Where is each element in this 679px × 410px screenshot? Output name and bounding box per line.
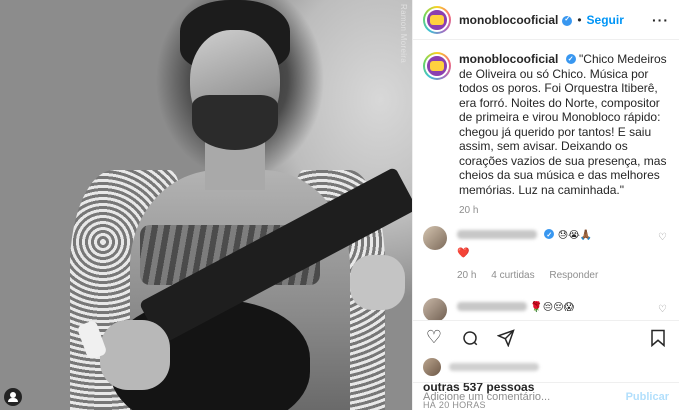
comment-likes[interactable]: 4 curtidas [491, 270, 534, 281]
monobloco-logo-icon [430, 61, 444, 71]
comments-section: monoblocooficial "Chico Medeiros de Oliv… [413, 40, 679, 320]
comment-emojis: 🌹😔😔😱 [530, 302, 575, 313]
commenter-avatar[interactable] [423, 226, 447, 250]
header-separator: • [577, 12, 582, 27]
post-side-panel: monoblocooficial • Seguir ··· monoblocoo… [412, 0, 679, 410]
comment-meta: 20 h 4 curtidas Responder [457, 268, 610, 284]
photo-beard [192, 95, 278, 150]
save-bookmark-icon[interactable] [647, 327, 669, 349]
commenter-avatar[interactable] [423, 298, 447, 320]
share-send-icon[interactable] [495, 327, 517, 349]
caption-username[interactable]: monoblocooficial [459, 52, 558, 66]
caption-body: "Chico Medeiros de Oliveira ou só Chico.… [459, 52, 667, 197]
monobloco-logo-icon [430, 14, 444, 25]
comment-input[interactable] [423, 390, 626, 403]
comment-like-heart-icon[interactable]: ♡ [658, 232, 667, 243]
user-tag-icon[interactable] [4, 388, 22, 406]
profile-avatar[interactable] [423, 5, 451, 34]
verified-badge-icon [544, 228, 555, 244]
commenter-username-blurred[interactable] [457, 230, 537, 240]
comment-heart-emoji: ❤️ [457, 248, 470, 259]
verified-badge-icon [562, 15, 573, 26]
verified-badge-icon [565, 53, 576, 68]
comment-body: 😓😭🙏🏾 ❤️ 20 h 4 curtidas Responder [457, 226, 610, 284]
add-comment-bar: Publicar [413, 382, 679, 410]
more-options-icon[interactable]: ··· [652, 12, 669, 28]
comment-item: 🌹😔😔😱 ♡ [423, 298, 669, 320]
post-header: monoblocooficial • Seguir ··· [413, 0, 679, 40]
comment-bubble-icon[interactable] [459, 327, 481, 349]
liker-names-blurred[interactable] [449, 363, 539, 371]
reply-button[interactable]: Responder [549, 270, 598, 281]
header-username[interactable]: monoblocooficial [459, 13, 558, 27]
photo-hand [100, 320, 170, 390]
liker-avatar[interactable] [423, 358, 441, 376]
post-photo[interactable]: Ramon Moreira [0, 0, 412, 410]
photo-credit-watermark: Ramon Moreira [399, 4, 408, 64]
publish-button[interactable]: Publicar [626, 391, 669, 403]
likes-row [413, 354, 679, 380]
like-heart-icon[interactable]: ♡ [423, 327, 445, 349]
comment-item: 😓😭🙏🏾 ❤️ 20 h 4 curtidas Responder ♡ [423, 226, 669, 284]
post-actions-bar: ♡ [413, 320, 679, 354]
follow-button[interactable]: Seguir [587, 13, 624, 27]
post-caption: monoblocooficial "Chico Medeiros de Oliv… [423, 52, 669, 197]
commenter-username-blurred[interactable] [457, 302, 527, 312]
comment-emojis: 😓😭🙏🏾 [557, 230, 593, 241]
caption-text-block: monoblocooficial "Chico Medeiros de Oliv… [459, 52, 669, 197]
caption-timestamp[interactable]: 20 h [459, 205, 669, 216]
comment-time[interactable]: 20 h [457, 270, 476, 281]
comment-like-heart-icon[interactable]: ♡ [658, 304, 667, 315]
caption-avatar[interactable] [423, 52, 451, 80]
photo-fretting-hand [350, 255, 405, 310]
instagram-post: Ramon Moreira monoblocooficial • Seguir … [0, 0, 679, 410]
comment-body: 🌹😔😔😱 [457, 298, 574, 316]
